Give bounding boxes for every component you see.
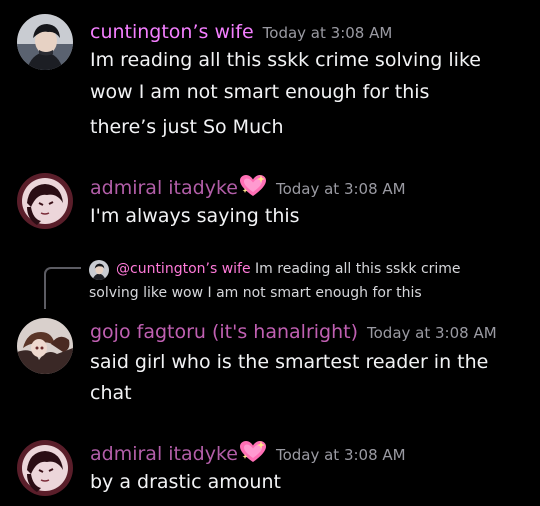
anime-character-avatar-icon xyxy=(17,440,73,496)
message-4: admiral itadyke Today at 3:08 AM by a dr… xyxy=(0,0,540,506)
sparkling-heart-icon xyxy=(239,440,267,468)
timestamp: Today at 3:08 AM xyxy=(275,446,406,464)
avatar[interactable] xyxy=(17,440,73,496)
username[interactable]: admiral itadyke xyxy=(90,443,238,465)
message-line: by a drastic amount xyxy=(90,471,281,493)
